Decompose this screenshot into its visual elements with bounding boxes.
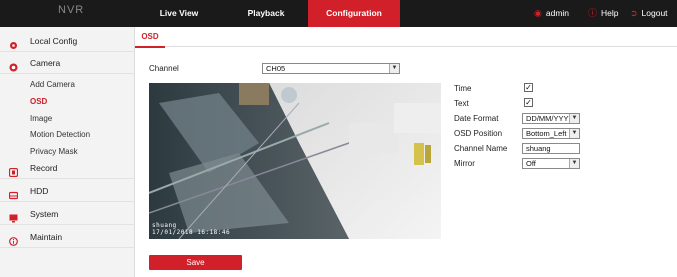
save-button[interactable]: Save [149, 255, 242, 270]
chevron-down-icon: ▼ [569, 159, 579, 168]
tab-osd[interactable]: OSD [135, 28, 165, 48]
chevron-down-icon: ▼ [569, 114, 579, 123]
date-format-value: DD/MM/YYYY [526, 114, 574, 123]
osd-position-label: OSD Position [454, 129, 503, 138]
user-menu[interactable]: ◉ admin [534, 0, 569, 27]
sidebar-group-label: Local Config [30, 36, 78, 46]
logout-link[interactable]: ➲ Logout [630, 0, 668, 27]
sidebar-group-maintain[interactable]: Maintain [0, 227, 135, 248]
sidebar-group-system[interactable]: System [0, 204, 135, 225]
sidebar-group-label: Record [30, 163, 58, 173]
tab-configuration[interactable]: Configuration [308, 0, 400, 27]
sidebar-group-hdd[interactable]: HDD [0, 181, 135, 202]
date-format-select[interactable]: DD/MM/YYYY ▼ [522, 113, 580, 124]
camera-icon [9, 59, 18, 72]
time-checkbox[interactable]: ✓ [524, 83, 533, 92]
time-label: Time [454, 84, 472, 93]
sidebar-group-camera[interactable]: Camera [0, 53, 135, 74]
tab-playback[interactable]: Playback [224, 0, 308, 27]
sidebar-group-local-config[interactable]: Local Config [0, 31, 135, 52]
user-icon: ◉ [534, 8, 542, 18]
record-icon [8, 164, 19, 178]
sidebar-item-image[interactable]: Image [0, 110, 135, 127]
mirror-value: Off [526, 159, 536, 168]
tab-live-view[interactable]: Live View [134, 0, 224, 27]
chevron-down-icon: ▼ [569, 129, 579, 138]
osd-position-select[interactable]: Bottom_Left ▼ [522, 128, 580, 139]
camera-scene [149, 83, 441, 239]
logout-icon: ➲ [630, 8, 638, 18]
sidebar: Local Config Camera Add Camera OSD Image… [0, 27, 135, 277]
sidebar-item-add-camera[interactable]: Add Camera [0, 76, 135, 93]
help-link[interactable]: ⓘ Help [588, 0, 619, 27]
help-icon: ⓘ [588, 8, 598, 18]
nvr-logo: NVR [58, 4, 85, 16]
top-navigation-bar: NVR Live View Playback Configuration ◉ ad… [0, 0, 677, 27]
user-name: admin [545, 8, 570, 18]
mirror-select[interactable]: Off ▼ [522, 158, 580, 169]
sidebar-item-motion-detection[interactable]: Motion Detection [0, 126, 135, 143]
sidebar-item-osd[interactable]: OSD [0, 93, 135, 110]
sidebar-group-label: System [30, 209, 59, 219]
video-preview: shuang 17/01/2018 16:18:46 [149, 83, 441, 239]
channel-select[interactable]: CH05 ▼ [262, 63, 400, 74]
logout-label: Logout [641, 8, 668, 18]
help-label: Help [601, 8, 619, 18]
osd-timestamp-overlay: 17/01/2018 16:18:46 [152, 229, 231, 236]
channel-name-label: Channel Name [454, 144, 508, 153]
gear-icon [9, 37, 18, 49]
channel-label: Channel [149, 64, 179, 73]
date-format-label: Date Format [454, 114, 499, 123]
channel-name-input[interactable]: shuang [522, 143, 580, 154]
tab-divider [165, 46, 677, 47]
sidebar-group-record[interactable]: Record [0, 158, 135, 179]
channel-select-value: CH05 [266, 64, 286, 73]
sidebar-group-label: Maintain [30, 232, 63, 242]
mirror-label: Mirror [454, 159, 475, 168]
monitor-icon [9, 210, 18, 223]
text-checkbox[interactable]: ✓ [524, 98, 533, 107]
chevron-down-icon: ▼ [389, 64, 399, 73]
sidebar-group-label: HDD [30, 186, 49, 196]
sidebar-group-label: Camera [30, 58, 61, 68]
osd-channel-name-overlay: shuang [152, 222, 177, 229]
text-label: Text [454, 99, 469, 108]
info-icon [9, 233, 18, 246]
hdd-icon [8, 187, 19, 200]
osd-position-value: Bottom_Left [526, 129, 567, 138]
